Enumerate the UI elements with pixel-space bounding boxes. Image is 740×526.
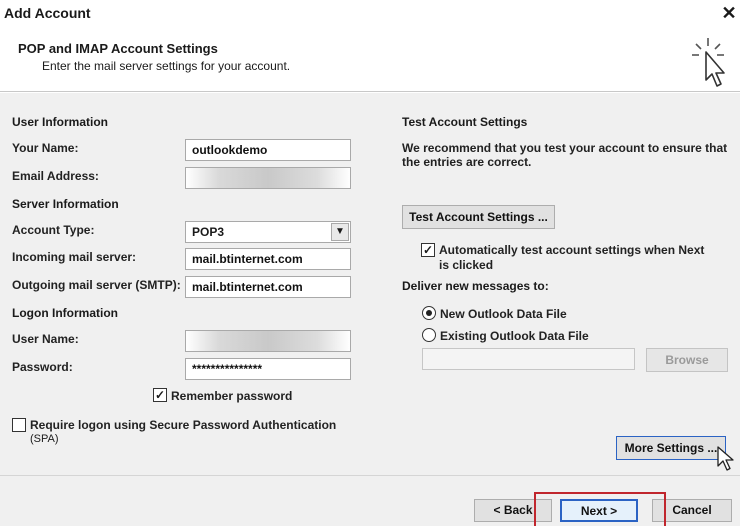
test-account-settings-button[interactable]: Test Account Settings ... xyxy=(402,205,555,229)
test-desc-line1: We recommend that you test your account … xyxy=(402,141,728,155)
test-desc-line2: the entries are correct. xyxy=(402,155,532,169)
user-name-label: User Name: xyxy=(12,332,79,346)
your-name-label: Your Name: xyxy=(12,141,79,155)
close-icon[interactable]: ✕ xyxy=(718,2,740,24)
your-name-input[interactable]: outlookdemo xyxy=(185,139,351,161)
window-title: Add Account xyxy=(4,5,91,21)
next-highlight-annotation xyxy=(534,492,666,526)
password-label: Password: xyxy=(12,360,73,374)
server-information-heading: Server Information xyxy=(12,197,119,211)
spa-checkbox[interactable] xyxy=(12,418,26,432)
incoming-server-input[interactable]: mail.btinternet.com xyxy=(185,248,351,270)
incoming-server-label: Incoming mail server: xyxy=(12,250,137,264)
new-data-file-label: New Outlook Data File xyxy=(440,307,567,321)
data-file-path-input[interactable] xyxy=(422,348,635,370)
chevron-down-icon[interactable]: ▼ xyxy=(331,223,349,241)
cursor-click-icon xyxy=(692,38,725,87)
spa-label-line2: (SPA) xyxy=(30,433,59,445)
outgoing-server-input[interactable]: mail.btinternet.com xyxy=(185,276,351,298)
account-type-select[interactable]: POP3 ▼ xyxy=(185,221,351,243)
deliver-messages-heading: Deliver new messages to: xyxy=(402,279,549,293)
spa-label-line1: Require logon using Secure Password Auth… xyxy=(30,418,337,432)
remember-password-checkbox[interactable]: ✓ xyxy=(153,388,167,402)
new-data-file-radio[interactable] xyxy=(422,306,436,320)
title-bar xyxy=(0,0,740,28)
user-name-input[interactable] xyxy=(185,330,351,352)
existing-data-file-radio[interactable] xyxy=(422,328,436,342)
auto-test-label-line2: is clicked xyxy=(439,258,494,272)
user-information-heading: User Information xyxy=(12,115,109,129)
logon-information-heading: Logon Information xyxy=(12,306,118,320)
browse-button[interactable]: Browse xyxy=(646,348,728,372)
auto-test-label-line1: Automatically test account settings when… xyxy=(439,243,705,257)
email-address-label: Email Address: xyxy=(12,169,99,183)
header-title: POP and IMAP Account Settings xyxy=(18,41,218,56)
auto-test-checkbox[interactable]: ✓ xyxy=(421,243,435,257)
email-address-input[interactable] xyxy=(185,167,351,189)
outgoing-server-label: Outgoing mail server (SMTP): xyxy=(12,278,181,292)
mouse-cursor-icon xyxy=(717,446,734,471)
test-account-heading: Test Account Settings xyxy=(402,115,528,129)
account-type-label: Account Type: xyxy=(12,223,95,237)
account-type-value: POP3 xyxy=(192,225,225,239)
password-input[interactable]: *************** xyxy=(185,358,351,380)
remember-password-label: Remember password xyxy=(171,389,293,403)
header-subtitle: Enter the mail server settings for your … xyxy=(42,59,291,73)
more-settings-button[interactable]: More Settings ... xyxy=(616,436,726,460)
existing-data-file-label: Existing Outlook Data File xyxy=(440,329,589,343)
